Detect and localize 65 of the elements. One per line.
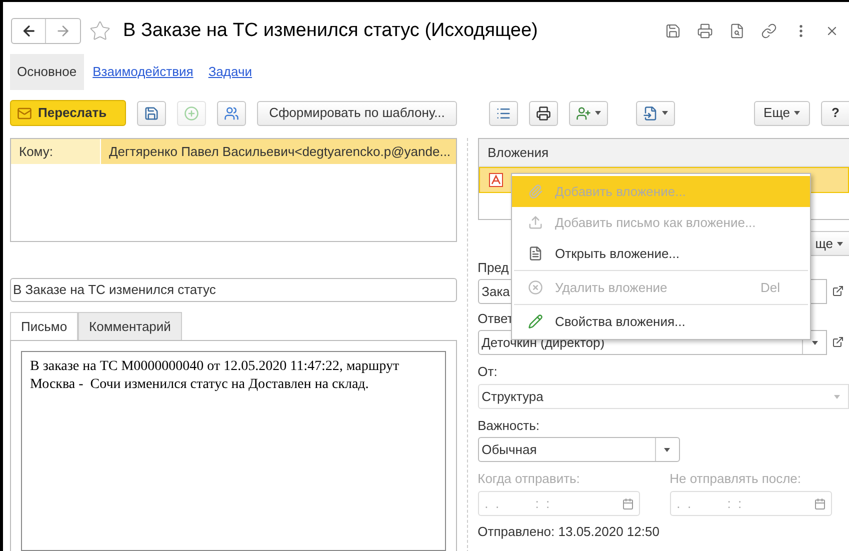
caret-icon <box>794 111 800 115</box>
body-tab[interactable]: Письмо <box>10 312 78 340</box>
forward-mail-button[interactable]: Переслать <box>10 100 126 126</box>
save-button[interactable] <box>137 100 166 126</box>
importance-field[interactable]: Обычная <box>478 437 680 462</box>
link-icon[interactable] <box>761 23 777 39</box>
pdf-icon <box>488 173 503 187</box>
from-field[interactable]: Структура <box>478 384 849 409</box>
envelope-icon <box>17 106 32 120</box>
menu-item[interactable]: Открыть вложение... <box>512 238 810 269</box>
save-icon[interactable] <box>665 23 681 39</box>
recipient-label: Кому: <box>11 139 101 164</box>
star-icon[interactable] <box>89 20 111 42</box>
field-label: Не отправлять после: <box>670 470 802 488</box>
attachments-header: Вложения <box>478 139 849 167</box>
paperclip-icon <box>528 184 543 199</box>
caret-icon <box>834 394 840 398</box>
print-icon <box>536 106 551 120</box>
list-icon <box>496 106 511 120</box>
print-button[interactable] <box>529 100 558 126</box>
field-label: Пред <box>478 259 509 277</box>
close-icon[interactable] <box>825 24 839 38</box>
caret-icon <box>837 242 843 246</box>
plus-icon <box>184 106 199 120</box>
help-button[interactable]: ? <box>821 100 849 126</box>
subject-field[interactable]: В Заказе на ТС изменился статус <box>10 278 457 302</box>
document-arrow-icon <box>643 106 658 120</box>
letter-text: В заказе на ТС М0000000040 от 12.05.2020 11:47:22, маршрут Москва - Сочи изменился статус на Доставлен на склад. <box>30 358 400 394</box>
open-icon[interactable] <box>832 285 844 297</box>
print-icon[interactable] <box>697 23 713 39</box>
people-icon <box>224 106 239 120</box>
person-plus-icon <box>576 106 591 120</box>
body-tab[interactable]: Комментарий <box>78 312 182 340</box>
contacts-button[interactable] <box>217 100 246 126</box>
caret-icon <box>664 448 670 452</box>
preview-icon[interactable] <box>729 23 745 39</box>
nav-tab[interactable]: Взаимодействия <box>86 54 200 90</box>
field-label: От: <box>478 363 498 381</box>
open-icon[interactable] <box>832 336 844 348</box>
field-label: Ответ <box>478 310 514 328</box>
list-button[interactable] <box>489 100 518 126</box>
forward-arrow-icon <box>55 23 71 39</box>
more-button[interactable]: Еще <box>754 100 810 126</box>
field-label: Важность: <box>478 417 540 435</box>
recipient-value[interactable]: Дегтяренко Павел Васильевич<degtyarencko.p@yande... <box>101 139 456 164</box>
letter-editor[interactable]: В заказе на ТС М0000000040 от 12.05.2020 11:47:22, маршрут Москва - Сочи изменился статус на Доставлен на склад. <box>10 340 457 551</box>
caret-icon <box>595 111 601 115</box>
field-label: Когда отправить: <box>478 470 581 488</box>
shortcut-text: Del <box>760 278 780 297</box>
sent-date: Отправлено: 13.05.2020 12:50 <box>478 524 660 540</box>
calendar-icon[interactable] <box>814 498 826 510</box>
pencil-icon <box>528 314 543 329</box>
nav-tab[interactable]: Задачи <box>202 54 258 90</box>
document-icon <box>528 246 543 261</box>
add-contact-button[interactable] <box>569 100 608 126</box>
upload-icon <box>528 215 543 230</box>
calendar-icon[interactable] <box>622 498 634 510</box>
document-button[interactable] <box>636 100 675 126</box>
nav-tab[interactable]: Основное <box>10 54 84 90</box>
caret-icon <box>662 111 668 115</box>
template-button[interactable]: Сформировать по шаблону... <box>257 100 457 126</box>
window-title: В Заказе на ТС изменился статус (Исходящее) <box>123 18 538 43</box>
floppy-icon <box>144 106 159 120</box>
more-button[interactable]: ще <box>810 231 849 256</box>
remove-icon <box>528 280 543 295</box>
